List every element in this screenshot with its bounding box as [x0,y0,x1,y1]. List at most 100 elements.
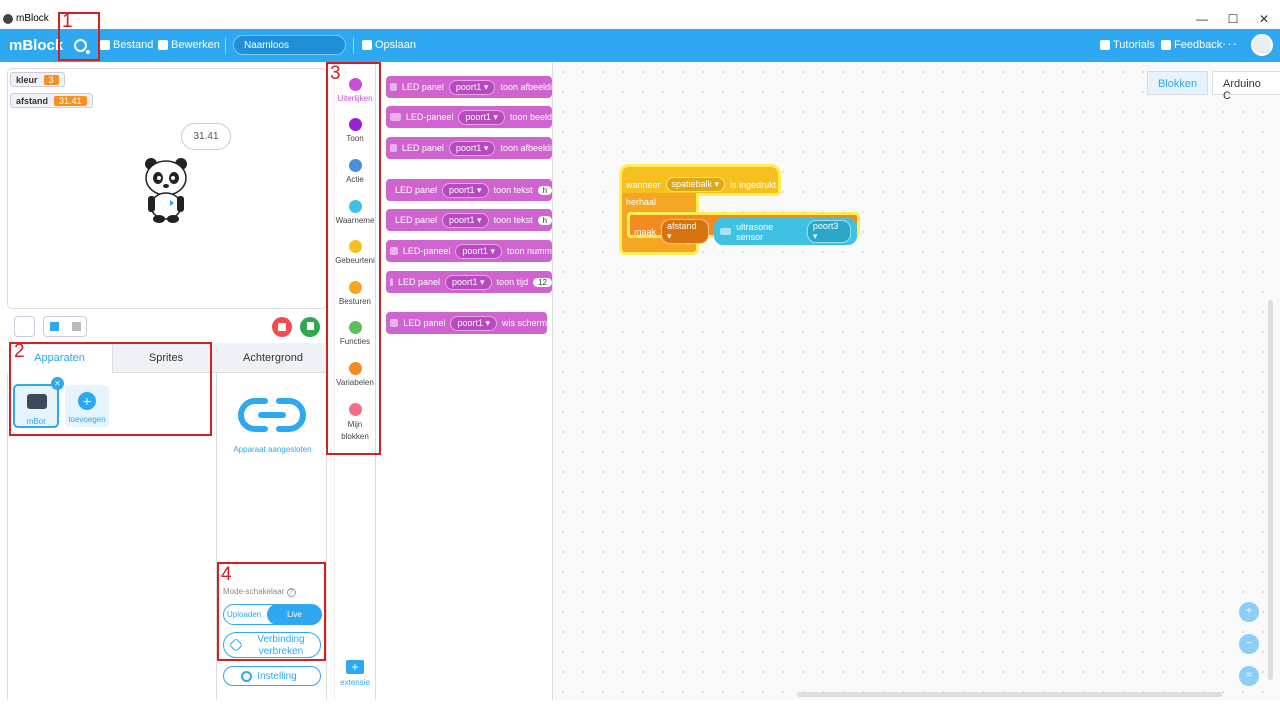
led-panel-icon [390,113,401,121]
extension-plus-icon: + [346,660,364,674]
extension-button[interactable]: + extensie [334,660,376,687]
green-flag-button[interactable] [300,317,320,337]
port-dropdown[interactable]: poort1 ▾ [442,212,489,228]
close-window-button[interactable]: ✕ [1257,12,1271,26]
annotation-box-2 [9,342,212,436]
block-text: toon tekst [493,185,533,195]
extension-label: extensie [340,678,370,687]
more-icon[interactable]: ··· [1222,36,1238,51]
led-block[interactable]: LED-paneel poort1 ▾ toon beeld [386,106,552,128]
block-text: LED panel [403,318,446,328]
horizontal-scrollbar[interactable] [797,692,1222,697]
annotation-number-2: 2 [14,341,25,362]
feedback-button[interactable]: Feedback [1161,39,1222,51]
ultrasonic-reporter[interactable]: ultrasone sensor poort3 ▾ [714,218,857,245]
block-text: LED panel [401,82,444,92]
gear-icon [241,671,252,682]
save-label: Opslaan [375,39,416,51]
annotation-number-1: 1 [62,11,73,32]
app-icon [3,14,13,24]
block-input[interactable]: h [537,215,552,225]
led-panel-icon [390,83,397,91]
led-block[interactable]: LED panel poort1 ▾ toon tekst h [386,209,552,231]
key-dropdown[interactable]: spatiebalk ▾ [665,177,726,192]
variable-dropdown[interactable]: afstand ▾ [661,219,710,244]
port-dropdown[interactable]: poort1 ▾ [445,274,492,290]
zoom-reset-icon[interactable]: = [1239,666,1259,686]
zoom-out-icon[interactable]: − [1239,634,1259,654]
led-block[interactable]: LED panel poort1 ▾ wis scherm [386,312,547,334]
block-text: LED-paneel [402,246,451,256]
layout-toggle[interactable] [43,316,87,337]
hat-block-text: wanneer [626,179,661,190]
annotation-box-4 [217,562,326,661]
block-text: LED panel [395,185,438,195]
repeat-label: herhaal [626,197,657,207]
variable-monitor-kleur: kleur 3 [10,72,65,87]
file-menu-label: Bestand [113,39,154,51]
annotation-number-4: 4 [221,564,232,585]
monitor-value: 31.41 [54,95,87,106]
maximize-button[interactable]: ☐ [1226,12,1240,26]
edit-menu-label: Bewerken [171,39,220,51]
set-variable-block[interactable]: maak afstand ▾ ultrasone sensor poort3 ▾ [627,212,860,245]
block-input[interactable]: h [537,185,552,195]
script-stack[interactable]: wanneer spatiebalk ▾ is ingedrukt herhaa… [619,164,862,256]
ultrasonic-label: ultrasone sensor [736,221,774,242]
zoom-in-icon[interactable]: + [1239,602,1259,622]
tutorials-button[interactable]: Tutorials [1100,39,1155,51]
tab-blocks[interactable]: Blokken [1147,71,1209,95]
block-text: toon beeld [509,112,552,122]
monitor-label: kleur [16,74,38,85]
block-text: wis scherm [501,318,547,328]
led-block[interactable]: LED panel poort1 ▾ toon tekst h [386,179,552,201]
mblock-logo: mBlock [9,37,64,54]
fullscreen-icon[interactable] [14,316,35,337]
file-icon [100,40,110,50]
save-button[interactable]: Opslaan [362,39,416,51]
file-menu[interactable]: Bestand [100,39,153,51]
tutorials-label: Tutorials [1113,39,1155,51]
led-block[interactable]: LED panel poort1 ▾ toon afbeeldi [386,137,552,159]
led-block[interactable]: LED panel poort1 ▾ toon afbeeldi [386,76,552,98]
layout-large-icon[interactable] [50,322,59,331]
avatar[interactable] [1251,34,1273,56]
stop-button[interactable] [272,317,292,337]
flag-icon [307,322,314,330]
port-dropdown[interactable]: poort3 ▾ [806,220,851,243]
link-icon [238,398,306,432]
vertical-scrollbar[interactable] [1268,300,1273,680]
layout-small-icon[interactable] [72,322,81,331]
port-dropdown[interactable]: poort1 ▾ [448,79,496,95]
block-text: toon numm [506,246,552,256]
tab-background[interactable]: Achtergrond [219,343,327,373]
led-block[interactable]: LED-paneel poort1 ▾ toon numm [386,240,552,262]
panda-sprite[interactable] [142,156,190,224]
led-panel-icon [390,144,397,152]
block-input[interactable]: 12 [533,277,552,287]
block-text: LED panel [397,277,441,287]
monitor-value: 3 [43,74,59,85]
menubar: mBlock Bestand Bewerken Naamloos Opslaan… [0,29,1280,62]
led-block[interactable]: LED panel poort1 ▾ toon tijd 12 [386,271,552,293]
port-dropdown[interactable]: poort1 ▾ [448,140,496,156]
menu-divider [225,38,226,54]
annotation-box-3 [326,62,381,455]
port-dropdown[interactable]: poort1 ▾ [450,315,497,331]
script-canvas[interactable] [553,62,1280,700]
speech-bubble: 31.41 [181,123,231,150]
settings-button[interactable]: Instelling [223,666,321,686]
block-text: toon afbeeldi [500,82,552,92]
window-titlebar: mBlock — ☐ ✕ [0,0,1280,29]
menu-divider [353,38,354,54]
monitor-label: afstand [16,95,49,106]
port-dropdown[interactable]: poort1 ▾ [458,109,505,125]
port-dropdown[interactable]: poort1 ▾ [442,182,489,198]
tab-arduino-code[interactable]: Arduino C [1212,71,1280,102]
hat-block[interactable]: wanneer spatiebalk ▾ is ingedrukt [619,164,781,196]
edit-menu[interactable]: Bewerken [158,39,220,51]
led-panel-icon [390,247,398,255]
project-name-input[interactable]: Naamloos [233,35,346,55]
minimize-button[interactable]: — [1195,12,1209,26]
port-dropdown[interactable]: poort1 ▾ [455,243,502,259]
